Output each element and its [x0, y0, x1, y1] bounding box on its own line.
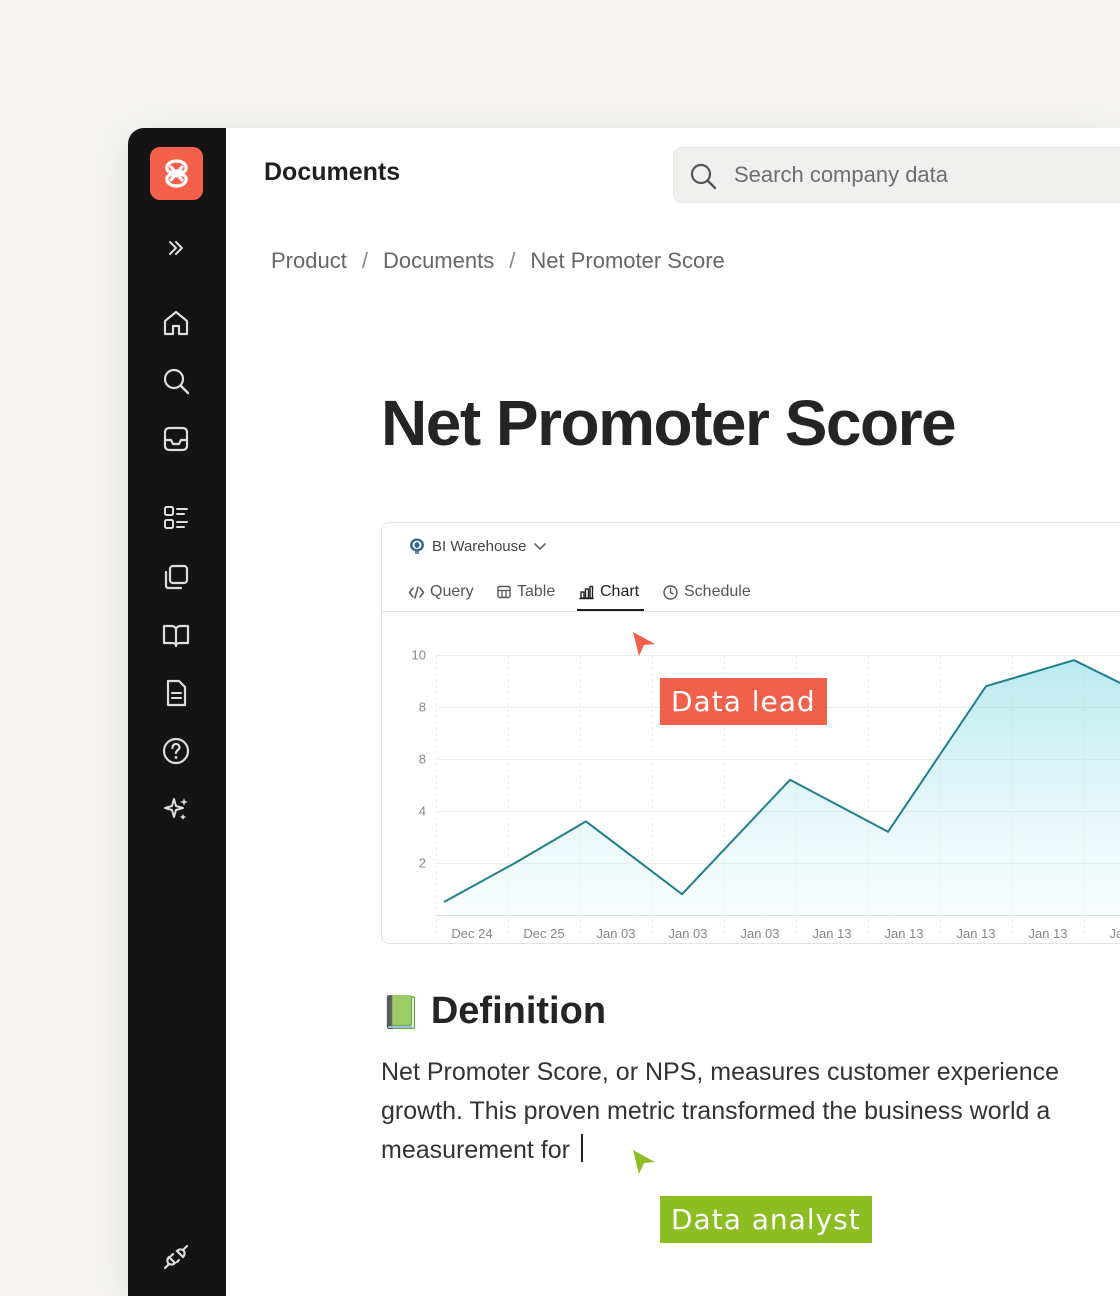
datasource-label: BI Warehouse — [432, 537, 527, 555]
tab-schedule-label: Schedule — [684, 583, 751, 600]
search-icon — [690, 163, 717, 190]
tab-query[interactable]: Query — [408, 577, 474, 607]
x-tick-label: Jan — [1110, 926, 1120, 939]
tab-chart[interactable]: Chart — [578, 577, 639, 607]
tab-schedule[interactable]: Schedule — [662, 577, 751, 607]
logo-icon — [165, 159, 188, 188]
book-icon[interactable] — [159, 618, 193, 652]
x-tick-label: Dec 24 — [451, 926, 492, 939]
nps-line-chart: 10 8 8 4 2 Dec 24 Dec 25 Jan 03 Jan 03 Jan 03 Jan… — [412, 648, 1120, 939]
definition-line: measurement for — [381, 1136, 577, 1164]
definition-body[interactable]: Net Promoter Score, or NPS, measures cus… — [381, 1053, 1120, 1170]
search-input[interactable] — [732, 158, 1116, 192]
cursor-arrow-icon — [633, 1150, 655, 1174]
y-tick-label: 8 — [419, 752, 426, 767]
plug-icon[interactable] — [159, 1240, 193, 1274]
clock-icon — [663, 584, 678, 600]
query-card: BI Warehouse Query Table Chart Schedule … — [381, 522, 1120, 944]
tab-table[interactable]: Table — [496, 577, 555, 607]
collections-icon[interactable] — [159, 560, 193, 594]
postgres-icon — [410, 538, 424, 554]
collaborator-label-data-analyst: Data analyst — [660, 1196, 872, 1243]
x-tick-label: Jan 13 — [812, 926, 851, 939]
help-icon[interactable] — [159, 734, 193, 768]
breadcrumb-current: Net Promoter Score — [530, 248, 725, 273]
code-icon — [408, 585, 425, 599]
header-title: Documents — [264, 158, 401, 186]
definition-heading-text: Definition — [430, 990, 607, 1032]
home-icon[interactable] — [159, 306, 193, 340]
x-tick-label: Jan 03 — [740, 926, 779, 939]
breadcrumb-product[interactable]: Product — [271, 248, 347, 274]
breadcrumb-documents[interactable]: Documents — [383, 248, 494, 274]
app-logo[interactable] — [150, 147, 203, 200]
sparkles-icon[interactable] — [159, 792, 193, 826]
y-tick-label: 8 — [419, 700, 426, 715]
breadcrumb-separator: / — [509, 248, 516, 273]
expand-sidebar-icon[interactable] — [159, 231, 193, 265]
table-icon — [497, 585, 511, 599]
x-tick-label: Jan 13 — [1028, 926, 1067, 939]
page-title: Net Promoter Score — [381, 387, 957, 459]
definition-line: growth. This proven metric transformed t… — [381, 1097, 1051, 1125]
breadcrumb: Product / Documents / Net Promoter Score — [271, 248, 725, 274]
search-bar[interactable] — [673, 147, 1120, 203]
active-tab-indicator — [577, 609, 644, 611]
tab-chart-label: Chart — [600, 583, 640, 600]
x-tick-label: Jan 13 — [884, 926, 923, 939]
x-tick-label: Jan 03 — [668, 926, 707, 939]
breadcrumb-separator: / — [361, 248, 368, 273]
y-tick-label: 10 — [412, 648, 426, 663]
document-icon[interactable] — [159, 676, 193, 710]
definition-line-last: measurement for — [381, 1131, 1120, 1170]
tab-table-label: Table — [517, 583, 556, 600]
x-tick-label: Jan 03 — [596, 926, 635, 939]
book-emoji-icon: 📗 — [381, 993, 421, 1030]
definition-line: Net Promoter Score, or NPS, measures cus… — [381, 1058, 1060, 1086]
text-caret — [580, 1134, 583, 1162]
x-tick-label: Jan 13 — [956, 926, 995, 939]
sidebar — [128, 128, 226, 1296]
tab-query-label: Query — [430, 583, 474, 600]
definition-heading: 📗 Definition — [381, 990, 606, 1033]
collaborator-label-data-lead: Data lead — [660, 678, 827, 725]
bar-chart-icon — [579, 585, 594, 599]
query-tabs: Query Table Chart Schedule — [382, 573, 1120, 612]
y-tick-label: 4 — [419, 804, 426, 819]
main-content: Documents Product / Documents / Net Prom… — [226, 128, 1120, 1296]
chevron-down-icon — [533, 543, 546, 550]
y-tick-label: 2 — [419, 856, 426, 871]
cursor-arrow-icon — [633, 632, 655, 656]
list-icon[interactable] — [159, 501, 193, 535]
datasource-select[interactable]: BI Warehouse — [408, 537, 547, 555]
search-icon[interactable] — [159, 364, 193, 398]
app-window: Documents Product / Documents / Net Prom… — [128, 128, 1120, 1296]
inbox-icon[interactable] — [159, 422, 193, 456]
x-tick-label: Dec 25 — [523, 926, 564, 939]
